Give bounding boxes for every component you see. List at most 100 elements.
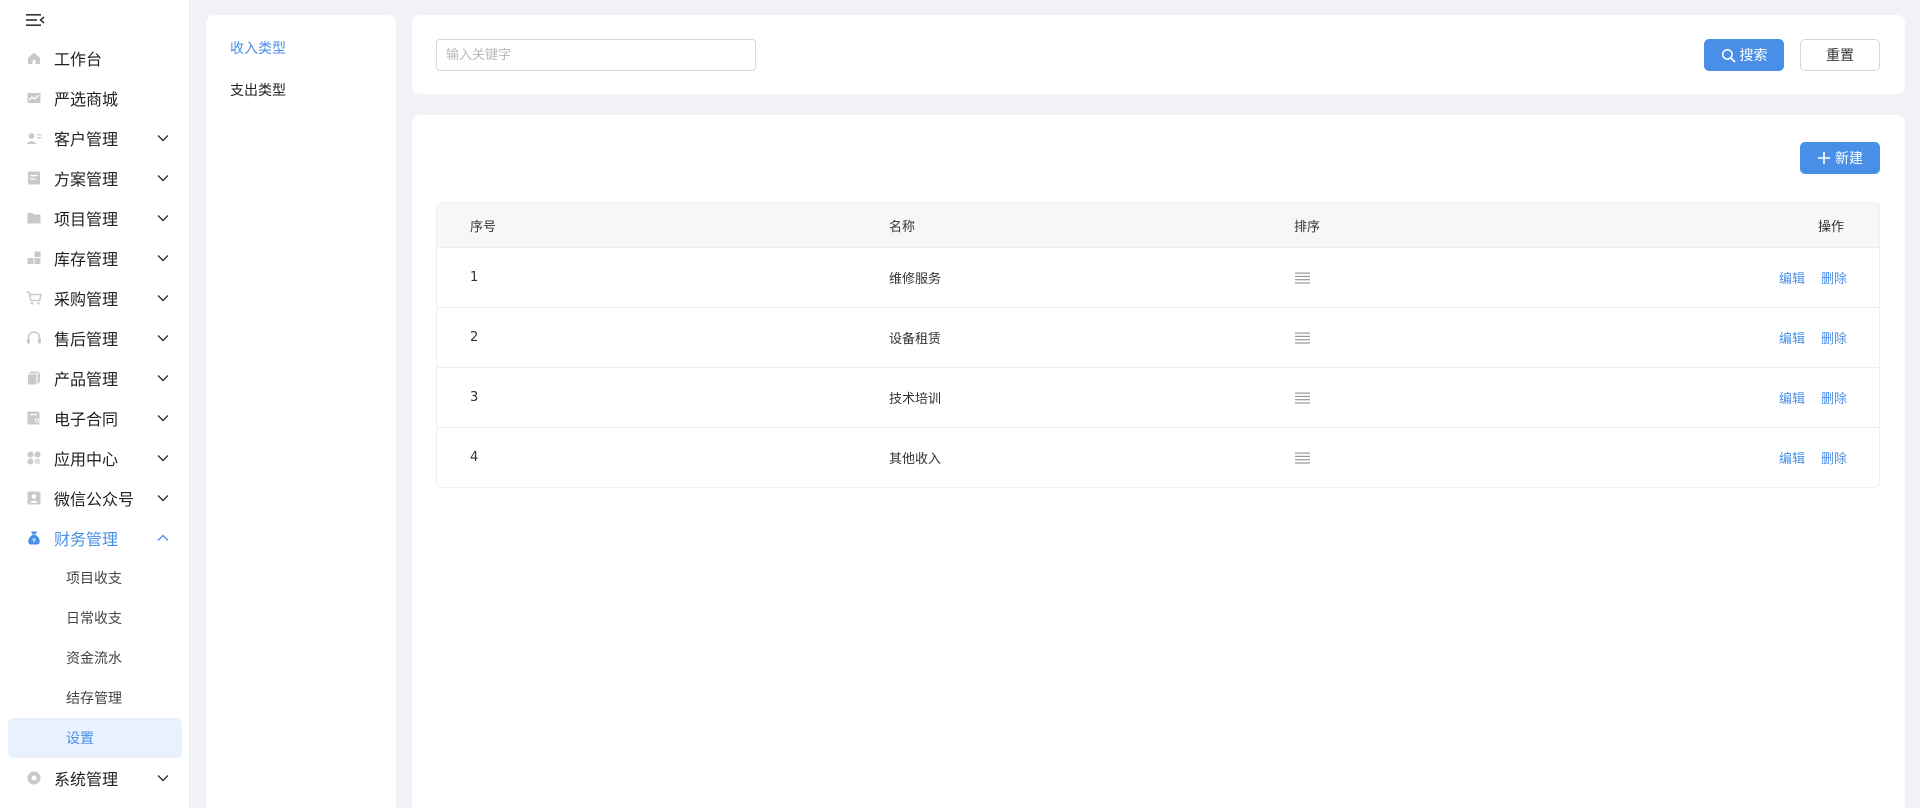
chevron-down-icon [156, 171, 170, 185]
sidebar-item-label: 严选商城 [54, 90, 119, 109]
row-index: 4 [470, 450, 479, 465]
search-icon [1721, 48, 1736, 63]
sidebar-item-label: 工作台 [54, 50, 103, 69]
sidebar-item-aftersales[interactable]: 售后管理 [0, 318, 190, 358]
sidebar-item-label: 应用中心 [54, 450, 119, 469]
table-row: 4 其他收入 编辑 删除 [437, 427, 1879, 487]
sidebar-item-label: 项目管理 [54, 210, 119, 229]
sidebar-item-label: 系统管理 [54, 770, 119, 789]
sidebar-item-purchase[interactable]: 采购管理 [0, 278, 190, 318]
apps-icon [25, 449, 43, 467]
table-row: 1 维修服务 编辑 删除 [437, 247, 1879, 307]
sidebar: 工作台 严选商城 客户管理 方案管理 项目管理 库存管理 采购管理 售后管理 产… [0, 0, 190, 808]
svg-text:¥: ¥ [32, 537, 36, 544]
plus-icon [1817, 151, 1831, 165]
sidebar-subitem-daily-finance[interactable]: 日常收支 [0, 598, 190, 638]
sidebar-item-label: 微信公众号 [54, 490, 135, 509]
sidebar-item-contracts[interactable]: 电子合同 [0, 398, 190, 438]
header-sort: 排序 [1294, 219, 1321, 235]
row-name: 维修服务 [889, 272, 942, 287]
search-input[interactable] [436, 39, 756, 71]
chevron-up-icon [156, 531, 170, 545]
sidebar-item-label: 财务管理 [54, 530, 119, 549]
row-name: 设备租赁 [889, 332, 942, 347]
row-name: 其他收入 [889, 452, 942, 467]
sidebar-menu: 工作台 严选商城 客户管理 方案管理 项目管理 库存管理 采购管理 售后管理 产… [0, 38, 190, 798]
drag-handle-icon[interactable] [1294, 451, 1310, 465]
contract-icon [25, 409, 43, 427]
delete-link[interactable]: 删除 [1821, 448, 1847, 467]
search-button[interactable]: 搜索 [1704, 39, 1784, 71]
product-box-icon [25, 369, 43, 387]
chevron-down-icon [156, 211, 170, 225]
sidebar-item-system[interactable]: 系统管理 [0, 758, 190, 798]
search-button-label: 搜索 [1739, 48, 1768, 64]
row-index: 3 [470, 390, 479, 405]
home-icon [25, 49, 43, 67]
drag-handle-icon[interactable] [1294, 331, 1310, 345]
delete-link[interactable]: 删除 [1821, 328, 1847, 347]
sidebar-item-inventory[interactable]: 库存管理 [0, 238, 190, 278]
type-tab-expense[interactable]: 支出类型 [230, 80, 286, 100]
search-card: 搜索 重置 [412, 15, 1905, 94]
table-header: 序号 名称 排序 操作 [437, 203, 1879, 247]
drag-handle-icon[interactable] [1294, 391, 1310, 405]
sidebar-item-label: 产品管理 [54, 370, 119, 389]
type-tab-income[interactable]: 收入类型 [230, 38, 286, 58]
drag-handle-icon[interactable] [1294, 271, 1310, 285]
chevron-down-icon [156, 771, 170, 785]
chevron-down-icon [156, 131, 170, 145]
sidebar-item-mall[interactable]: 严选商城 [0, 78, 190, 118]
sidebar-subitem-balance[interactable]: 结存管理 [0, 678, 190, 718]
chevron-down-icon [156, 411, 170, 425]
delete-link[interactable]: 删除 [1821, 268, 1847, 287]
sidebar-item-projects[interactable]: 项目管理 [0, 198, 190, 238]
sidebar-subitem-settings[interactable]: 设置 [8, 718, 182, 758]
wechat-account-icon [25, 489, 43, 507]
table-row: 2 设备租赁 编辑 删除 [437, 307, 1879, 367]
customer-icon [25, 129, 43, 147]
header-name: 名称 [889, 219, 916, 235]
chevron-down-icon [156, 491, 170, 505]
sidebar-item-label: 售后管理 [54, 330, 119, 349]
row-index: 2 [470, 330, 479, 345]
sidebar-item-customers[interactable]: 客户管理 [0, 118, 190, 158]
edit-link[interactable]: 编辑 [1779, 328, 1805, 347]
headset-icon [25, 329, 43, 347]
sidebar-item-plans[interactable]: 方案管理 [0, 158, 190, 198]
money-bag-icon: ¥ [25, 529, 43, 547]
sidebar-item-label: 采购管理 [54, 290, 119, 309]
row-index: 1 [470, 270, 479, 285]
header-index: 序号 [470, 219, 497, 235]
sidebar-subitem-project-finance[interactable]: 项目收支 [0, 558, 190, 598]
new-button-label: 新建 [1835, 151, 1863, 167]
new-button[interactable]: 新建 [1800, 142, 1880, 174]
sidebar-item-apps[interactable]: 应用中心 [0, 438, 190, 478]
type-table: 序号 名称 排序 操作 1 维修服务 编辑 删除 2 设备租赁 编辑 删除 3 [436, 202, 1880, 488]
chevron-down-icon [156, 291, 170, 305]
edit-link[interactable]: 编辑 [1779, 448, 1805, 467]
sidebar-item-products[interactable]: 产品管理 [0, 358, 190, 398]
menu-collapse-icon[interactable] [24, 10, 46, 30]
cart-icon [25, 289, 43, 307]
edit-link[interactable]: 编辑 [1779, 388, 1805, 407]
header-actions-label: 操作 [1818, 219, 1845, 235]
sidebar-item-label: 客户管理 [54, 130, 119, 149]
sidebar-item-workbench[interactable]: 工作台 [0, 38, 190, 78]
table-row: 3 技术培训 编辑 删除 [437, 367, 1879, 427]
delete-link[interactable]: 删除 [1821, 388, 1847, 407]
reset-button[interactable]: 重置 [1800, 39, 1880, 71]
sidebar-subitem-cash-flow[interactable]: 资金流水 [0, 638, 190, 678]
plan-icon [25, 169, 43, 187]
sidebar-item-label: 电子合同 [54, 410, 119, 429]
type-panel: 收入类型 支出类型 [206, 15, 396, 808]
system-settings-icon [25, 769, 43, 787]
chevron-down-icon [156, 371, 170, 385]
sidebar-item-finance[interactable]: ¥ 财务管理 [0, 518, 190, 558]
edit-link[interactable]: 编辑 [1779, 268, 1805, 287]
chevron-down-icon [156, 331, 170, 345]
sidebar-item-wechat[interactable]: 微信公众号 [0, 478, 190, 518]
folder-icon [25, 209, 43, 227]
sidebar-item-label: 方案管理 [54, 170, 119, 189]
inventory-icon [25, 249, 43, 267]
